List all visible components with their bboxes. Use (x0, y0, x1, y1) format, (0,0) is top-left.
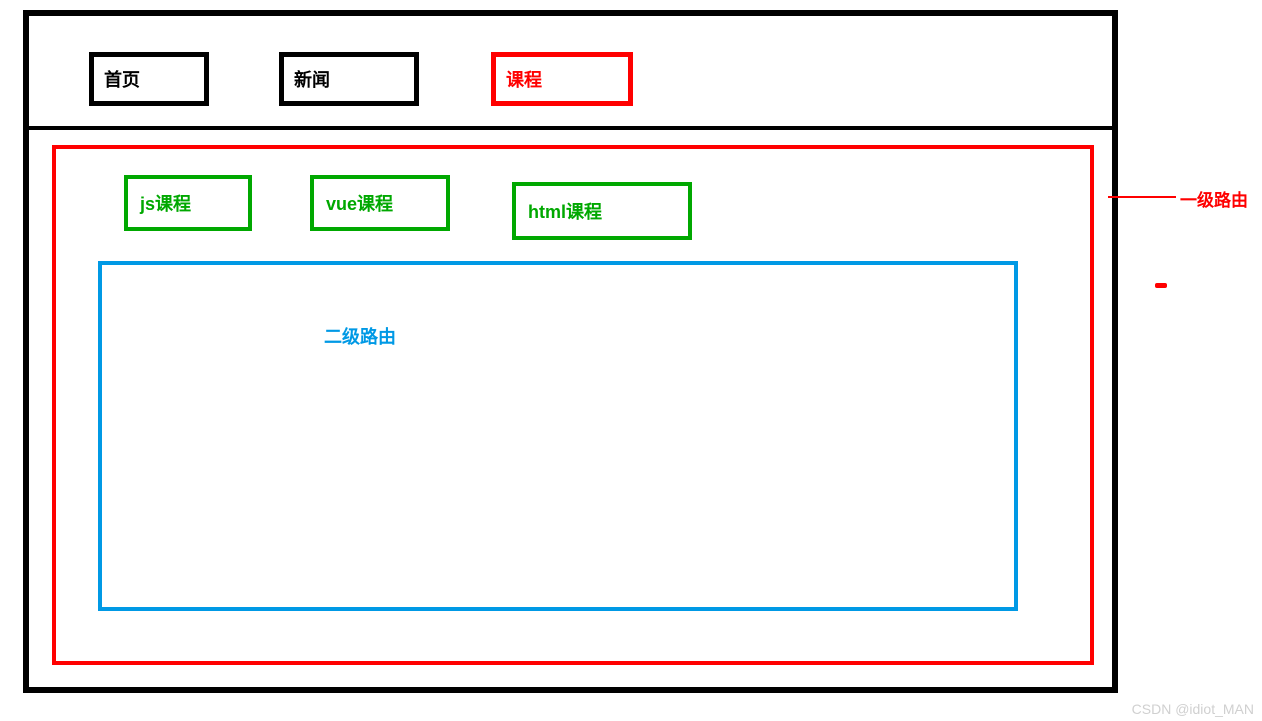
course-html-label: html课程 (528, 198, 602, 224)
annotation-primary-route-label: 一级路由 (1180, 186, 1248, 211)
nav-home-box[interactable]: 首页 (89, 52, 209, 106)
top-nav-area: 首页 新闻 课程 (29, 16, 1112, 130)
nav-home-label: 首页 (104, 66, 140, 92)
course-vue-box[interactable]: vue课程 (310, 175, 450, 231)
course-vue-label: vue课程 (326, 190, 393, 216)
primary-route-panel: js课程 vue课程 html课程 二级路由 (52, 145, 1094, 665)
course-js-label: js课程 (140, 190, 191, 216)
secondary-route-label: 二级路由 (324, 323, 396, 349)
watermark-text: CSDN @idiot_MAN (1132, 701, 1254, 717)
course-js-box[interactable]: js课程 (124, 175, 252, 231)
diagram-outer-frame: 首页 新闻 课程 js课程 vue课程 html课程 二级路由 (23, 10, 1118, 693)
nav-news-label: 新闻 (294, 66, 330, 92)
red-dot-mark (1155, 283, 1167, 288)
nav-course-label: 课程 (506, 66, 542, 92)
course-html-box[interactable]: html课程 (512, 182, 692, 240)
secondary-route-panel: 二级路由 (98, 261, 1018, 611)
nav-news-box[interactable]: 新闻 (279, 52, 419, 106)
nav-course-box[interactable]: 课程 (491, 52, 633, 106)
annotation-pointer-line (1108, 196, 1176, 198)
